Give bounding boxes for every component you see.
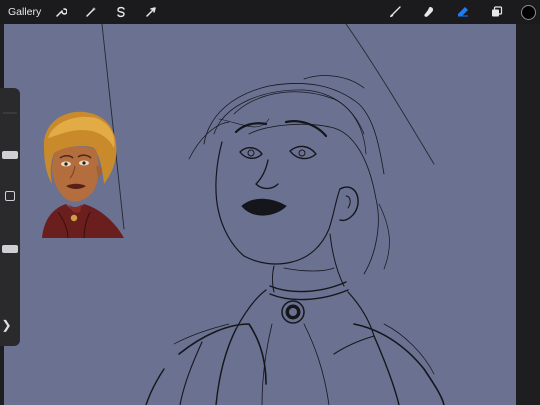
modify-button[interactable] [5,191,15,201]
brush-size-track [3,112,17,114]
drawing-canvas[interactable] [4,24,516,405]
smudge-icon[interactable] [419,2,439,22]
opacity-slider[interactable] [2,244,18,253]
sidebar-handle-button[interactable]: ❯ [0,305,13,345]
reference-portrait [42,111,124,238]
top-toolbar: Gallery [0,0,540,24]
gallery-button[interactable]: Gallery [8,6,41,18]
magic-wand-icon[interactable] [81,2,101,22]
right-tools [385,0,540,24]
wrench-icon[interactable] [51,2,71,22]
brush-icon[interactable] [385,2,405,22]
selection-s-icon[interactable] [111,2,131,22]
chevron-right-icon: ❯ [1,318,12,332]
eraser-icon[interactable] [453,2,473,22]
brush-size-slider[interactable] [2,150,18,159]
color-picker-button[interactable] [521,4,536,20]
arrow-cursor-icon[interactable] [141,2,161,22]
right-gutter [516,24,540,405]
layers-icon[interactable] [487,2,507,22]
